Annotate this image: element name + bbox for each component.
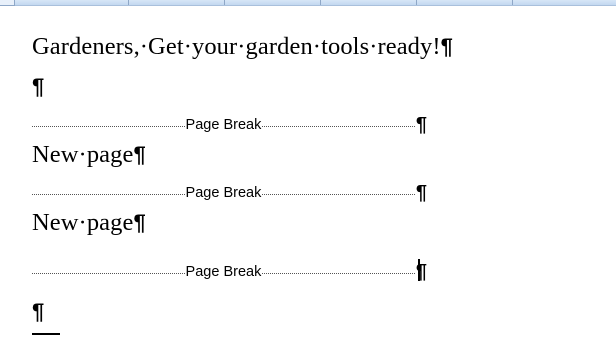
paragraph-new-page-1[interactable]: New·page¶ (32, 140, 146, 170)
paragraph-text: Gardeners,·Get·your·garden·tools·ready! (32, 33, 441, 60)
document-body[interactable]: Gardeners,·Get·your·garden·tools·ready!¶… (32, 0, 592, 339)
paragraph-heading[interactable]: Gardeners,·Get·your·garden·tools·ready!¶ (32, 32, 453, 62)
page-break-3[interactable]: Page Break ¶ (32, 262, 427, 282)
page-break-dots (32, 126, 185, 127)
text-cursor (418, 259, 420, 281)
ruler-tab-selector[interactable] (0, 0, 15, 6)
page-break-label: Page Break (185, 117, 262, 133)
page-break-dots (32, 194, 185, 195)
page-break-dots (32, 273, 185, 274)
paragraph-mark: ¶ (133, 142, 146, 167)
page-break-dots (262, 126, 415, 127)
paragraph-text: New·page (32, 209, 134, 236)
paragraph-text: New·page (32, 141, 134, 168)
empty-paragraph[interactable]: ¶ (32, 72, 44, 102)
paragraph-mark: ¶ (415, 114, 427, 136)
paragraph-mark: ¶ (32, 74, 45, 99)
paragraph-new-page-2[interactable]: New·page¶ (32, 208, 146, 238)
page-break-label: Page Break (185, 185, 262, 201)
page-break-label: Page Break (185, 264, 262, 280)
empty-paragraph[interactable]: ¶ (32, 297, 44, 327)
paragraph-mark: ¶ (440, 34, 453, 59)
paragraph-mark: ¶ (133, 210, 146, 235)
end-of-document-mark (32, 333, 60, 335)
page-break-2[interactable]: Page Break ¶ (32, 183, 427, 203)
paragraph-mark: ¶ (32, 299, 45, 324)
page-break-1[interactable]: Page Break ¶ (32, 115, 427, 135)
page-break-dots (262, 194, 415, 195)
page-break-dots (262, 273, 415, 274)
paragraph-mark: ¶ (415, 182, 427, 204)
